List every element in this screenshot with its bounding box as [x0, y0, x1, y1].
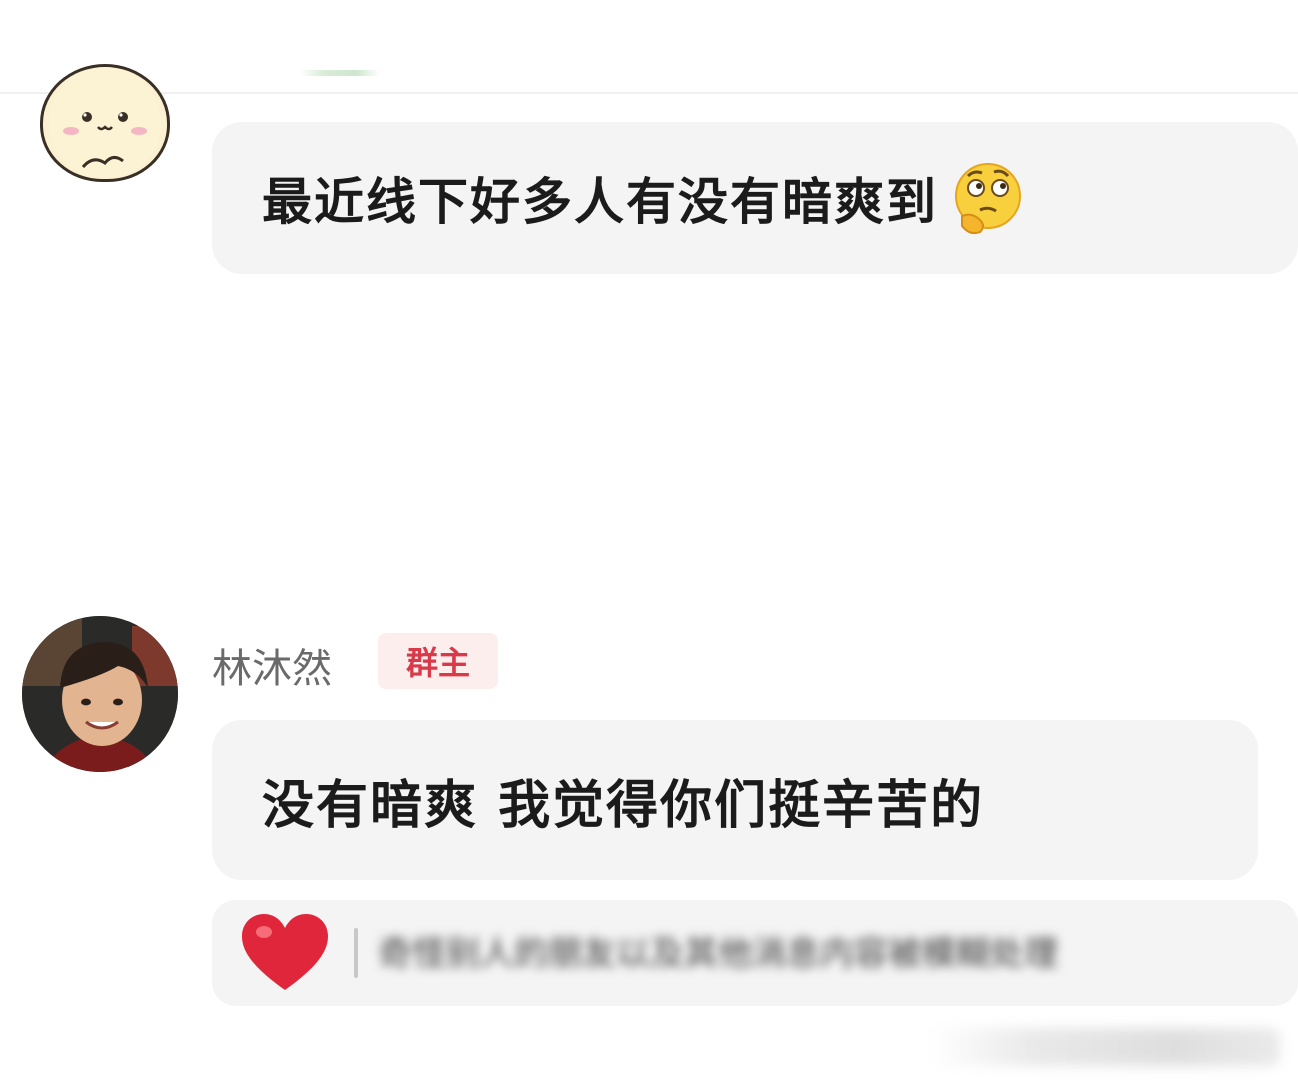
top-bar [0, 0, 1298, 94]
chat-screen: 最近线下好多人有没有暗爽到 林沐然 群主 没有暗爽 我觉得你们挺辛苦的 奇怪别人… [0, 0, 1298, 1080]
message-text: 最近线下好多人有没有暗爽到 [262, 173, 938, 231]
message-bubble[interactable]: 没有暗爽 我觉得你们挺辛苦的 [212, 720, 1258, 880]
blurred-watermark [930, 1028, 1280, 1066]
sender-name[interactable]: 林沐然 [212, 636, 332, 694]
reply-preview-text: 奇怪别人的朋友以及其他消息内容被模糊处理 [378, 934, 1058, 974]
group-owner-badge: 群主 [378, 633, 498, 689]
reply-divider [354, 928, 358, 978]
message-text: 没有暗爽 我觉得你们挺辛苦的 [262, 775, 985, 836]
top-bar-fragment [300, 70, 380, 76]
thinking-face-icon [948, 158, 1028, 238]
mascot-avatar-icon[interactable] [40, 64, 170, 182]
message-bubble[interactable]: 最近线下好多人有没有暗爽到 [212, 122, 1298, 274]
reply-card[interactable]: 奇怪别人的朋友以及其他消息内容被模糊处理 [212, 900, 1298, 1006]
child-photo-avatar-icon[interactable] [22, 616, 178, 772]
heart-icon[interactable] [242, 914, 328, 992]
